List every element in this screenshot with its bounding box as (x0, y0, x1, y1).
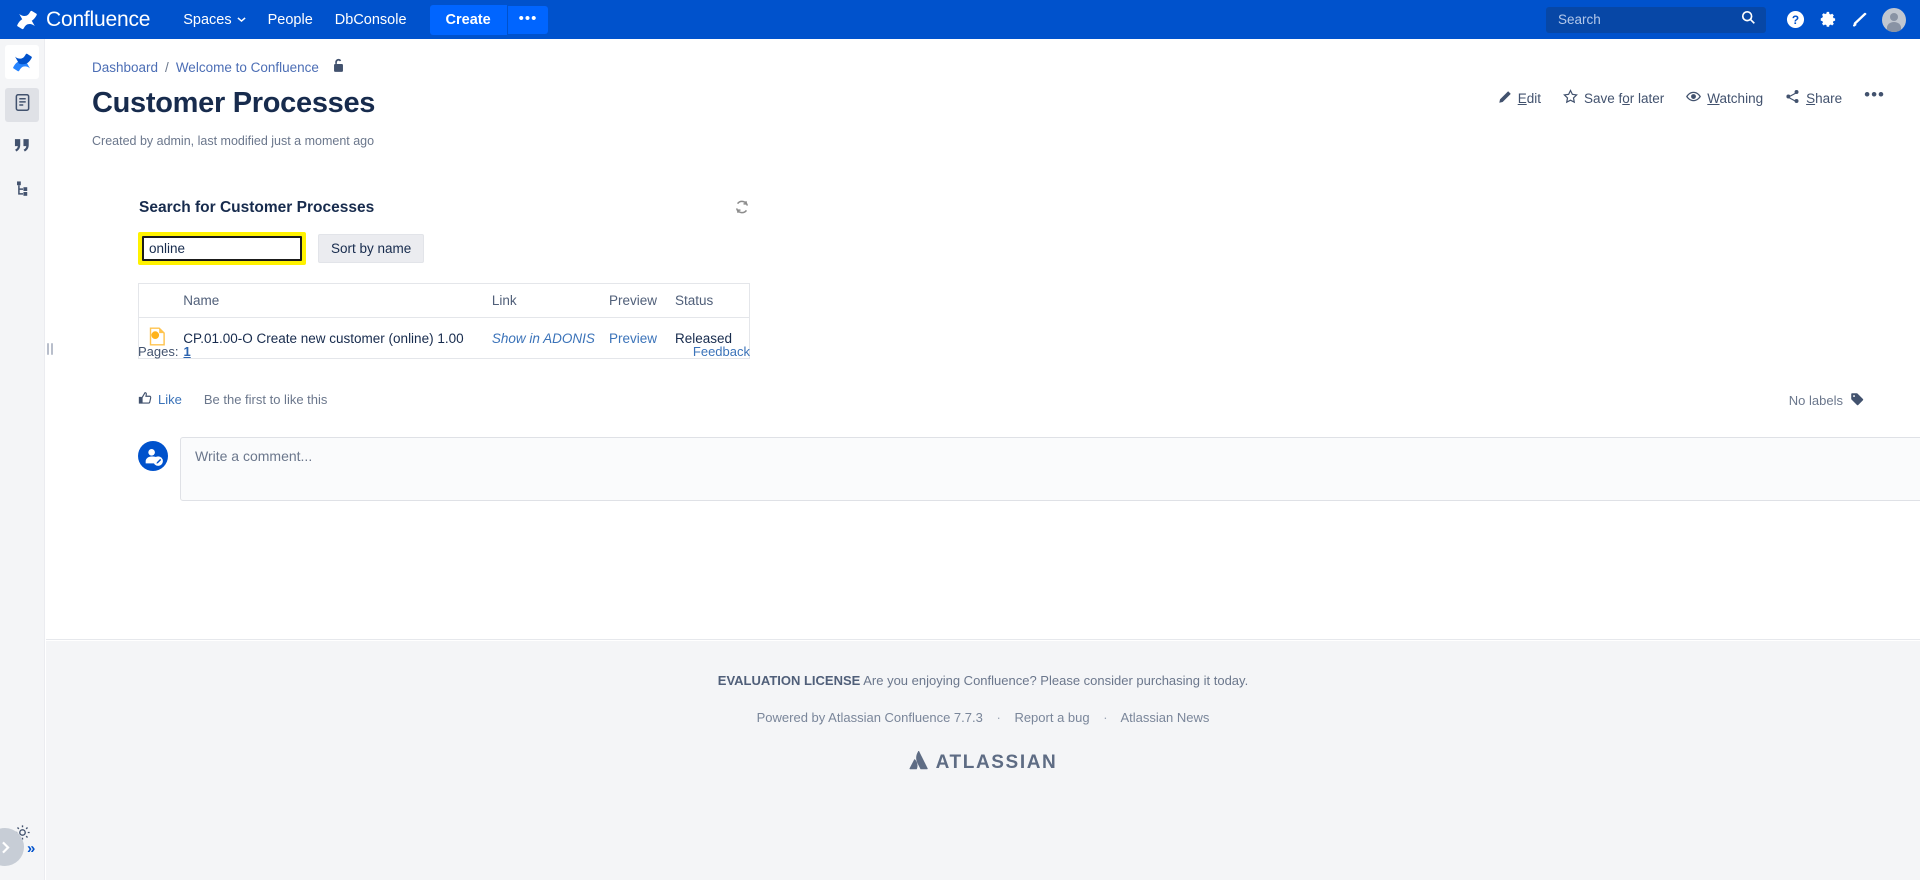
breadcrumb-item-space[interactable]: Welcome to Confluence (176, 60, 319, 75)
watching-button[interactable]: Watching (1686, 89, 1763, 107)
confluence-home-link[interactable]: Confluence (16, 8, 150, 32)
svg-text:?: ? (1791, 13, 1798, 27)
space-logo-icon[interactable] (5, 45, 39, 79)
macro-heading: Search for Customer Processes (139, 199, 374, 217)
sidebar-item-space-hierarchy[interactable] (5, 174, 39, 208)
comment-input[interactable]: Write a comment... (180, 437, 1920, 501)
labels-text: No labels (1789, 393, 1843, 408)
breadcrumb-separator: / (165, 60, 169, 75)
page-hierarchy-icon (14, 180, 31, 203)
evaluation-license-notice: EVALUATION LICENSE Are you enjoying Conf… (46, 673, 1920, 688)
license-text: Are you enjoying Confluence? Please cons… (863, 673, 1248, 688)
column-header-icon (139, 284, 184, 318)
page-tree-icon (14, 93, 31, 117)
star-icon (1563, 89, 1578, 107)
watching-label: Watching (1707, 91, 1763, 106)
share-icon (1785, 89, 1800, 107)
license-label: EVALUATION LICENSE (718, 673, 861, 688)
macro-search-input-highlight (138, 232, 306, 265)
breadcrumb: Dashboard / Welcome to Confluence (92, 58, 345, 76)
atlassian-logo-icon (909, 751, 928, 775)
user-edit-avatar-icon (138, 441, 168, 471)
like-row: Like Be the first to like this (138, 391, 327, 408)
column-header-preview: Preview (609, 284, 675, 318)
edit-button-label: Edit (1518, 91, 1541, 106)
create-more-button[interactable]: ••• (508, 6, 549, 34)
atlassian-news-link[interactable]: Atlassian News (1120, 710, 1209, 725)
breadcrumb-item-dashboard[interactable]: Dashboard (92, 60, 158, 75)
top-nav-right-group: ? (1546, 5, 1906, 35)
powered-by-row: Powered by Atlassian Confluence 7.7.3 · … (46, 710, 1920, 725)
column-header-link: Link (492, 284, 609, 318)
page-title: Customer Processes (92, 87, 375, 120)
nav-item-spaces[interactable]: Spaces (172, 5, 256, 35)
share-button[interactable]: Share (1785, 89, 1842, 107)
sidebar-item-blog[interactable] (5, 131, 39, 165)
report-a-bug-link[interactable]: Report a bug (1014, 710, 1089, 725)
add-comment-area: Write a comment... (138, 437, 1920, 501)
create-button[interactable]: Create (430, 5, 507, 35)
brand-name: Confluence (46, 8, 150, 32)
nav-item-people[interactable]: People (257, 5, 324, 35)
eye-icon (1686, 89, 1701, 107)
global-search-box[interactable] (1546, 7, 1766, 33)
footer-separator-2: · (1103, 710, 1107, 725)
labels-row[interactable]: No labels (1789, 392, 1864, 409)
nav-item-people-label: People (268, 12, 313, 28)
page-restrictions-lock-icon[interactable] (332, 58, 345, 76)
expand-sidebar-chevron-icon[interactable]: » (27, 841, 35, 856)
more-actions-icon[interactable]: ••• (1864, 91, 1885, 105)
blog-quote-icon (13, 137, 32, 159)
sidebar-bottom-group: » (0, 818, 45, 880)
pencil-icon (1498, 90, 1512, 107)
top-navigation-bar: Confluence Spaces People DbConsole Creat… (0, 0, 1920, 39)
powered-by-link[interactable]: Powered by Atlassian Confluence 7.7.3 (757, 710, 983, 725)
chevron-down-icon (237, 15, 246, 24)
sidebar-item-pages[interactable] (5, 88, 39, 122)
nav-item-dbconsole-label: DbConsole (335, 12, 407, 28)
like-label: Like (158, 392, 182, 407)
pagination-page-1[interactable]: 1 (183, 344, 190, 359)
thumbs-up-icon (138, 391, 152, 408)
page-content-area: Dashboard / Welcome to Confluence Custom… (46, 39, 1920, 640)
avatar[interactable] (1882, 8, 1906, 32)
search-input[interactable] (142, 236, 302, 261)
notifications-bell-icon[interactable] (1844, 5, 1874, 35)
save-for-later-label: Save for later (1584, 91, 1664, 106)
sidebar-resize-grip[interactable] (44, 336, 55, 362)
label-tag-icon[interactable] (1850, 392, 1864, 409)
space-sidebar-rail: » (0, 39, 45, 880)
page-metadata: Created by admin, last modified just a m… (92, 134, 374, 148)
nav-item-dbconsole[interactable]: DbConsole (324, 5, 418, 35)
share-label: Share (1806, 91, 1842, 106)
help-icon[interactable]: ? (1780, 5, 1810, 35)
pagination-row: Pages: 1 Feedback (138, 344, 750, 359)
gear-icon[interactable] (1812, 5, 1842, 35)
page-actions-bar: Edit Save for later Watching Share ••• (1498, 89, 1885, 107)
refresh-icon[interactable] (734, 199, 750, 220)
like-button[interactable]: Like (138, 391, 182, 408)
macro-search-row: Sort by name (138, 232, 424, 265)
pagination-label: Pages: (138, 344, 178, 359)
save-for-later-button[interactable]: Save for later (1563, 89, 1664, 107)
confluence-logo-icon (16, 9, 38, 31)
sort-by-name-button[interactable]: Sort by name (318, 234, 424, 263)
table-header-row: Name Link Preview Status (139, 284, 750, 318)
nav-item-spaces-label: Spaces (183, 12, 231, 28)
footer-separator-1: · (996, 710, 1000, 725)
atlassian-branding: ATLASSIAN (46, 751, 1920, 775)
feedback-link[interactable]: Feedback (693, 344, 750, 359)
like-note: Be the first to like this (204, 392, 328, 407)
edit-button[interactable]: Edit (1498, 90, 1541, 107)
column-header-name: Name (183, 284, 492, 318)
column-header-status: Status (675, 284, 750, 318)
search-icon[interactable] (1741, 10, 1756, 30)
atlassian-wordmark: ATLASSIAN (936, 752, 1058, 774)
site-footer: EVALUATION LICENSE Are you enjoying Conf… (46, 641, 1920, 880)
global-search-input[interactable] (1556, 11, 1741, 28)
